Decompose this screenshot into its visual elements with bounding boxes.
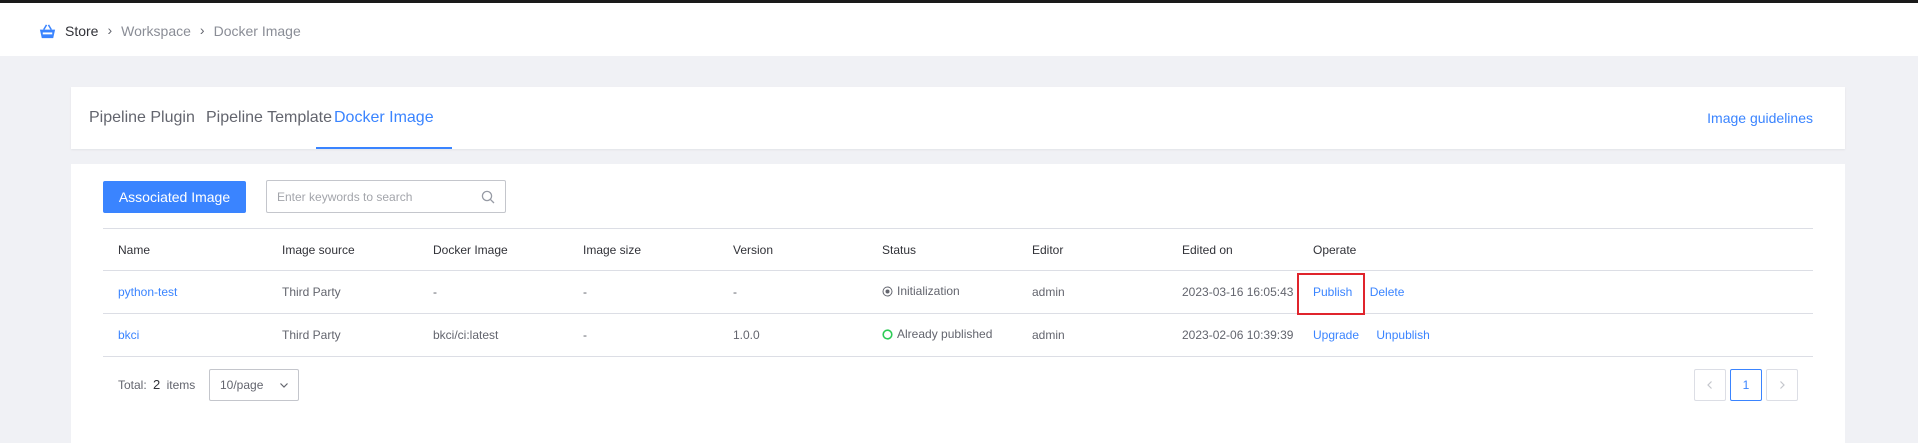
page-size-value: 10/page: [220, 378, 264, 392]
image-guidelines-link[interactable]: Image guidelines: [1707, 87, 1813, 149]
image-size-cell: -: [568, 313, 718, 357]
column-header-image-source: Image source: [267, 228, 418, 271]
editor-cell: admin: [1017, 270, 1167, 314]
tab-docker-image[interactable]: Docker Image: [316, 87, 452, 149]
total-suffix: items: [166, 378, 196, 392]
circle-outline-icon: [882, 329, 893, 340]
breadcrumb-workspace[interactable]: Workspace: [121, 23, 191, 39]
breadcrumb-chevron-icon: ›: [199, 22, 205, 38]
status-badge: Already published: [882, 327, 992, 341]
publish-button[interactable]: Publish: [1296, 273, 1366, 315]
image-size-cell: -: [568, 270, 718, 314]
circle-dot-icon: [882, 286, 893, 297]
delete-button[interactable]: Delete: [1370, 285, 1405, 299]
edited-on-cell: 2023-02-06 10:39:39: [1167, 313, 1298, 357]
docker-image-cell: -: [418, 270, 568, 314]
image-name-link[interactable]: python-test: [118, 285, 177, 299]
breadcrumb-chevron-icon: ›: [107, 22, 113, 38]
breadcrumb: Store › Workspace › Docker Image: [38, 19, 301, 43]
column-header-operate: Operate: [1298, 228, 1813, 271]
table-row: bkci Third Party bkci/ci:latest - 1.0.0 …: [103, 313, 1813, 357]
column-header-edited-on: Edited on: [1167, 228, 1298, 271]
chevron-left-icon: [1707, 381, 1712, 389]
image-table: Name Image source Docker Image Image siz…: [103, 228, 1813, 357]
image-list-panel: Associated Image Name Image source Docke…: [71, 164, 1845, 443]
image-source-cell: Third Party: [267, 270, 418, 314]
breadcrumb-store[interactable]: Store: [65, 23, 98, 39]
column-header-docker-image: Docker Image: [418, 228, 568, 271]
page-number-button[interactable]: 1: [1730, 369, 1762, 401]
top-bar: Store › Workspace › Docker Image: [0, 3, 1918, 56]
column-header-image-size: Image size: [568, 228, 718, 271]
status-text: Already published: [897, 327, 993, 342]
pager: 1: [1694, 369, 1798, 401]
associated-image-button[interactable]: Associated Image: [103, 181, 246, 213]
prev-page-button[interactable]: [1694, 369, 1726, 401]
total-prefix: Total:: [118, 378, 147, 392]
status-badge: Initialization: [882, 284, 960, 298]
image-source-cell: Third Party: [267, 313, 418, 357]
column-header-name: Name: [103, 228, 267, 271]
status-text: Initialization: [897, 284, 960, 299]
next-page-button[interactable]: [1766, 369, 1798, 401]
column-header-status: Status: [867, 228, 1017, 271]
unpublish-button[interactable]: Unpublish: [1376, 328, 1429, 342]
store-basket-icon: [39, 23, 56, 38]
breadcrumb-current: Docker Image: [213, 23, 301, 39]
page-size-select[interactable]: 10/page: [209, 369, 299, 401]
image-name-link[interactable]: bkci: [118, 328, 139, 342]
chevron-right-icon: [1780, 381, 1785, 389]
version-cell: -: [718, 270, 867, 314]
pagination-bar: Total: 2 items 10/page 1: [103, 369, 1813, 401]
upgrade-button[interactable]: Upgrade: [1313, 328, 1359, 342]
search-icon[interactable]: [481, 190, 495, 204]
total-count: Total: 2 items: [118, 369, 195, 401]
column-header-editor: Editor: [1017, 228, 1167, 271]
editor-cell: admin: [1017, 313, 1167, 357]
table-header-row: Name Image source Docker Image Image siz…: [103, 228, 1813, 271]
chevron-down-icon: [280, 383, 288, 388]
column-header-version: Version: [718, 228, 867, 271]
edited-on-cell: 2023-03-16 16:05:43: [1167, 270, 1298, 314]
search-input[interactable]: [277, 181, 477, 212]
tab-bar: Pipeline Plugin Pipeline Template Docker…: [71, 87, 1845, 149]
docker-image-cell: bkci/ci:latest: [418, 313, 568, 357]
search-box: [266, 180, 506, 213]
version-cell: 1.0.0: [718, 313, 867, 357]
total-number: 2: [153, 377, 161, 392]
table-row: python-test Third Party - - - Initializa…: [103, 270, 1813, 315]
